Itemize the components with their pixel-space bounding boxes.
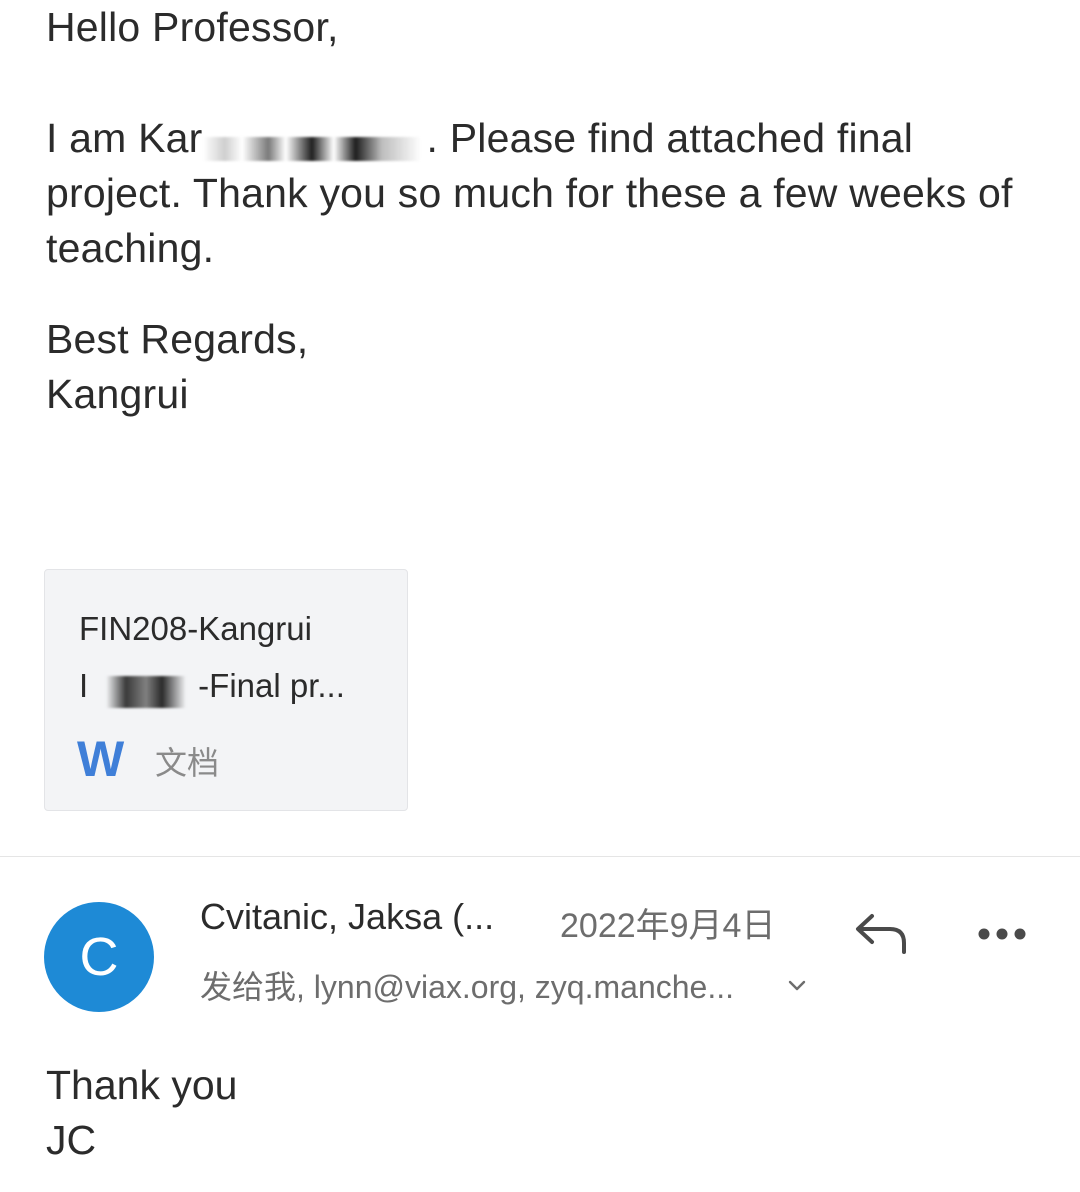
sender-avatar[interactable]: C bbox=[44, 902, 154, 1012]
signature-text: Kangrui bbox=[46, 371, 189, 417]
attachment-name-line2: I -Final pr... bbox=[79, 667, 345, 709]
intro-paragraph: I am Kar. Please find attached final pro… bbox=[46, 111, 1036, 276]
greeting-text: Hello Professor, bbox=[46, 4, 339, 50]
attachment-name: FIN208-Kangrui bbox=[79, 610, 312, 647]
intro-prefix: I am Kar bbox=[46, 115, 203, 161]
attachment-card[interactable]: FIN208-Kangrui I -Final pr... W 文档 bbox=[44, 569, 408, 811]
sender-name[interactable]: Cvitanic, Jaksa (... bbox=[200, 896, 494, 938]
closing-text: Best Regards, bbox=[46, 316, 309, 362]
message-divider bbox=[0, 856, 1080, 857]
message-date: 2022年9月4日 bbox=[560, 907, 776, 945]
message-body: Hello Professor, I am Kar. Please find a… bbox=[46, 0, 1036, 422]
reply-signature: JC bbox=[46, 1117, 97, 1163]
reply-body: Thank you JC bbox=[46, 1058, 237, 1168]
more-horizontal-icon[interactable] bbox=[974, 916, 1032, 952]
redacted-name bbox=[202, 137, 421, 162]
reply-arrow-icon[interactable] bbox=[852, 910, 910, 958]
attachment-type-label: 文档 bbox=[155, 745, 220, 781]
redacted-filename bbox=[106, 676, 187, 709]
reply-line-1: Thank you bbox=[46, 1062, 238, 1108]
attachment-name-suffix: -Final pr... bbox=[198, 667, 345, 704]
recipients-line[interactable]: 发给我, lynn@viax.org, zyq.manche... bbox=[200, 962, 734, 1008]
word-doc-icon: W bbox=[77, 731, 124, 787]
chevron-down-icon[interactable] bbox=[787, 975, 807, 995]
attachment-name-prefix: I bbox=[79, 667, 89, 704]
